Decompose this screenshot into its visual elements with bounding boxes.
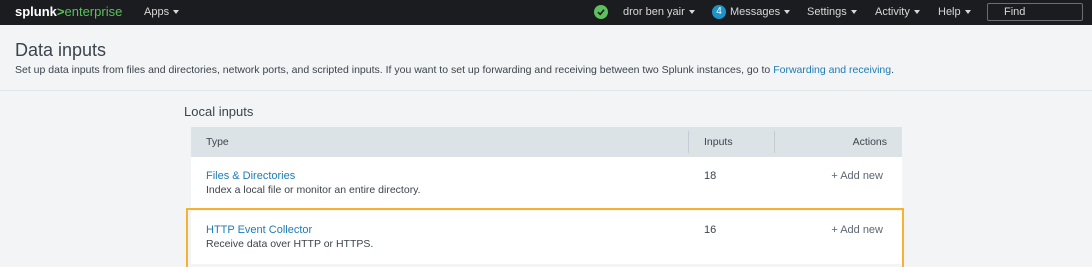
user-menu[interactable]: dror ben yair [623,6,695,18]
activity-label: Activity [875,6,910,18]
plus-icon: + [831,170,841,182]
settings-label: Settings [807,6,847,18]
table-row: HTTP Event Collector Receive data over H… [191,211,902,264]
column-header-inputs[interactable]: Inputs [704,136,733,148]
help-menu[interactable]: Help [938,6,971,18]
checkmark-icon [597,9,605,16]
messages-menu[interactable]: 4 Messages [712,5,791,19]
splunk-logo[interactable]: splunk>enterprise [15,4,122,19]
column-divider [688,131,689,153]
add-new-label: Add new [840,170,883,182]
apps-label: Apps [144,6,170,18]
messages-count-badge: 4 [712,5,726,19]
page-description: Set up data inputs from files and direct… [15,64,894,76]
column-header-type[interactable]: Type [206,136,229,148]
plus-icon: + [831,224,841,236]
chevron-down-icon [850,10,857,15]
chevron-down-icon [913,10,920,15]
help-label: Help [938,6,961,18]
content-area: Local inputs Type Inputs Actions Files &… [0,91,1092,267]
add-new-button[interactable]: + Add new [831,170,883,182]
column-header-actions: Actions [852,136,887,148]
user-label: dror ben yair [623,6,685,18]
section-title: Local inputs [184,104,254,119]
inputs-count[interactable]: 18 [704,170,716,182]
chevron-down-icon [784,10,791,14]
logo-main: splunk [15,4,57,19]
chevron-down-icon [173,10,180,15]
chevron-down-icon [688,10,695,15]
add-new-label: Add new [840,224,883,236]
settings-menu[interactable]: Settings [807,6,857,18]
table-row: Files & Directories Index a local file o… [191,157,902,210]
inputs-count[interactable]: 16 [704,224,716,236]
page-title: Data inputs [15,40,107,60]
apps-menu[interactable]: Apps [144,6,180,18]
description-period: . [891,64,895,76]
health-status-icon[interactable] [594,5,608,19]
logo-gt: > [56,4,65,19]
input-type-link-http-event-collector[interactable]: HTTP Event Collector [206,224,312,236]
activity-menu[interactable]: Activity [875,6,920,18]
table-header: Type Inputs Actions [191,127,902,157]
add-new-button[interactable]: + Add new [831,224,883,236]
page-header: Data inputs Set up data inputs from file… [0,25,1092,91]
top-nav-bar: splunk>enterprise Apps dror ben yair 4 Me… [0,0,1092,25]
input-type-link-files-directories[interactable]: Files & Directories [206,170,295,182]
find-input[interactable] [987,3,1083,21]
column-divider [774,131,775,153]
description-text: Set up data inputs from files and direct… [15,64,771,76]
forwarding-receiving-link[interactable]: Forwarding and receiving [773,64,891,76]
input-type-description: Index a local file or monitor an entire … [206,184,421,196]
messages-label: Messages [730,5,781,18]
input-type-description: Receive data over HTTP or HTTPS. [206,238,374,250]
chevron-down-icon [964,10,971,15]
logo-product: enterprise [64,4,123,19]
